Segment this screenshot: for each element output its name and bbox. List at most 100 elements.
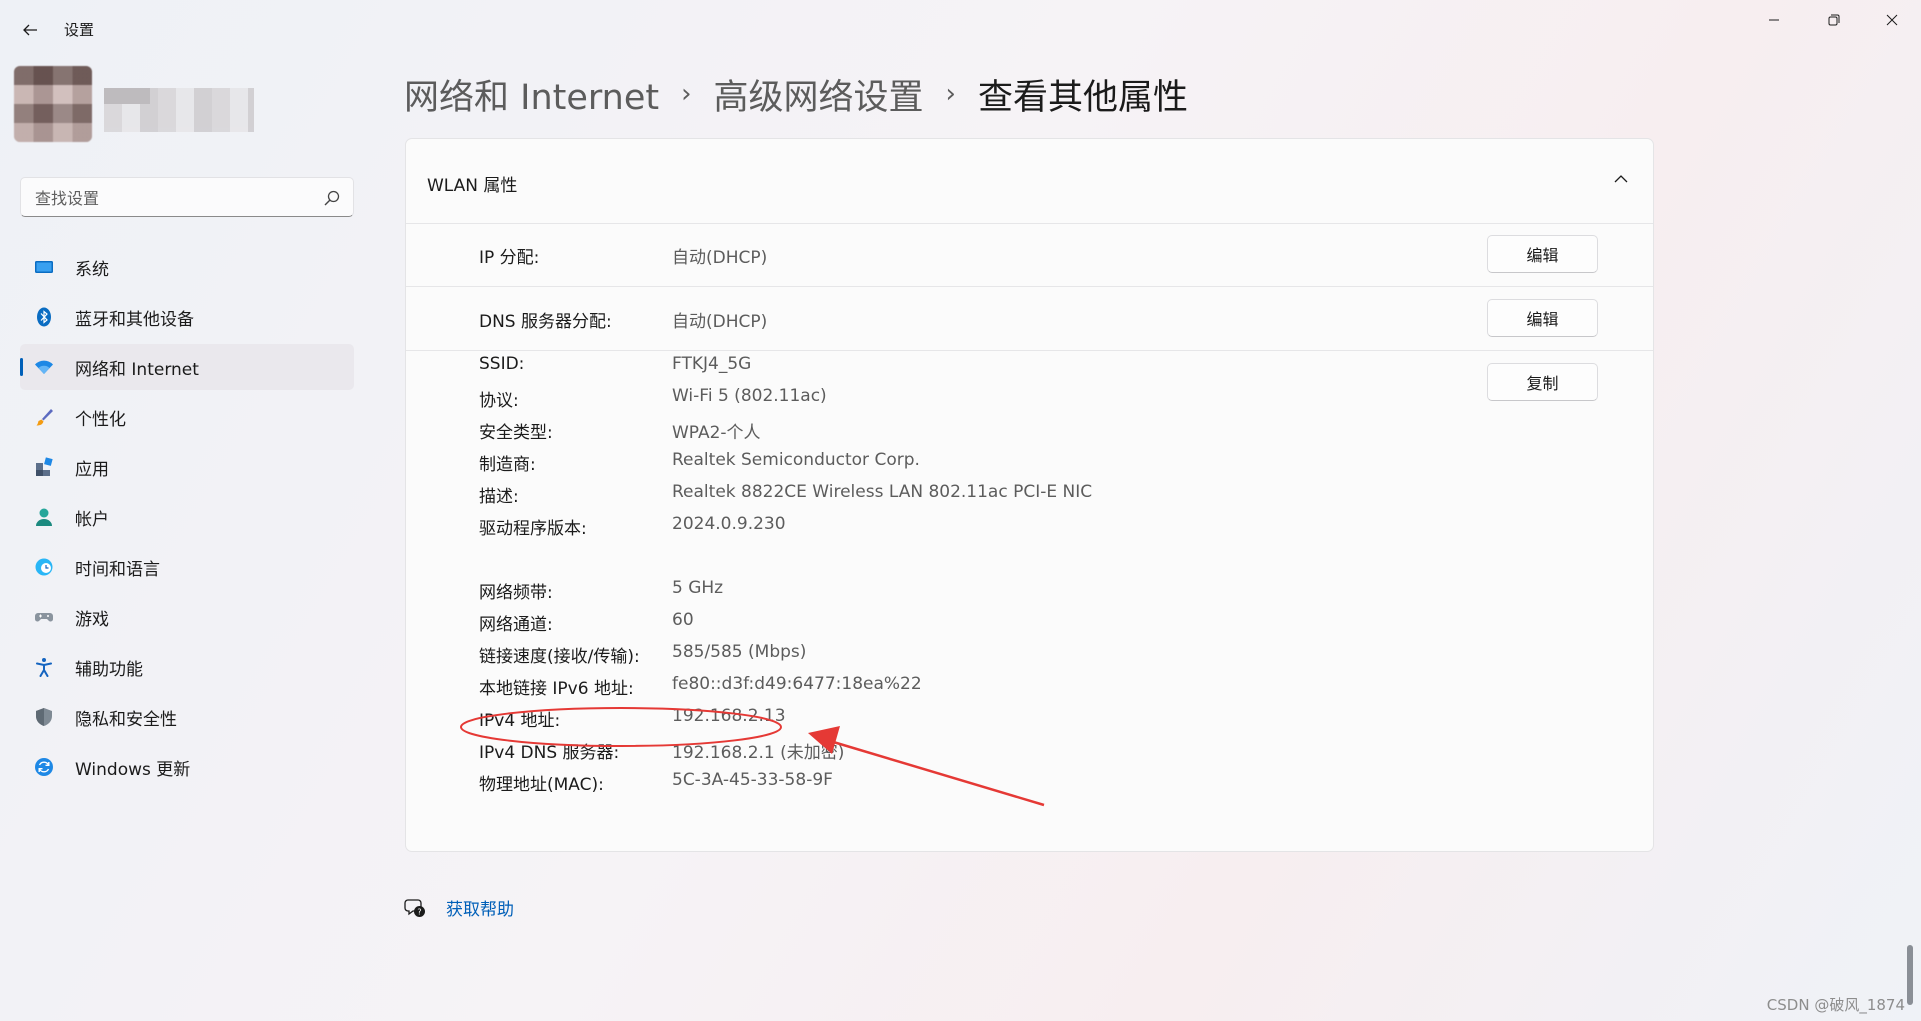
sidebar-item-label: 系统 xyxy=(75,259,109,280)
property-value: 585/585 (Mbps) xyxy=(672,642,807,662)
property-value: 192.168.2.13 xyxy=(672,706,786,726)
sidebar-item-label: 应用 xyxy=(75,459,109,480)
dns-assignment-row: DNS 服务器分配: 自动(DHCP) 编辑 xyxy=(406,287,1653,351)
sidebar-item-label: 隐私和安全性 xyxy=(75,709,177,730)
edit-ip-button[interactable]: 编辑 xyxy=(1487,235,1598,273)
search-icon[interactable] xyxy=(323,189,341,207)
update-icon xyxy=(34,757,54,777)
app-title: 设置 xyxy=(64,21,95,39)
sidebar-item-apps[interactable]: 应用 xyxy=(20,444,354,490)
property-label: 链接速度(接收/传输): xyxy=(479,647,640,667)
sidebar-item-label: 网络和 Internet xyxy=(75,359,199,380)
sidebar-item-label: 游戏 xyxy=(75,609,109,630)
sidebar-item-accessibility[interactable]: 辅助功能 xyxy=(20,644,354,690)
apps-icon xyxy=(34,457,54,477)
property-row: 协议: Wi-Fi 5 (802.11ac) xyxy=(406,381,1653,413)
ip-assignment-value: 自动(DHCP) xyxy=(672,248,768,268)
property-label: 制造商: xyxy=(479,455,536,475)
wlan-properties-card: WLAN 属性 IP 分配: 自动(DHCP) 编辑 DNS 服务器分配: 自动… xyxy=(405,138,1654,852)
restore-button[interactable] xyxy=(1805,0,1863,40)
scrollbar[interactable] xyxy=(1907,945,1913,1005)
wlan-properties-header[interactable]: WLAN 属性 xyxy=(406,139,1653,224)
property-row: 本地链接 IPv6 地址: fe80::d3f:d49:6477:18ea%22 xyxy=(406,669,1653,701)
ip-assignment-label: IP 分配: xyxy=(479,248,540,268)
breadcrumb: 网络和 Internet › 高级网络设置 › 查看其他属性 xyxy=(404,66,1188,122)
property-value: 60 xyxy=(672,610,694,630)
globe-clock-icon xyxy=(34,557,54,577)
get-help-link[interactable]: 获取帮助 xyxy=(446,895,514,920)
chevron-up-icon[interactable] xyxy=(1611,169,1631,189)
back-button[interactable] xyxy=(14,14,46,46)
property-row: 制造商: Realtek Semiconductor Corp. xyxy=(406,445,1653,477)
minimize-button[interactable] xyxy=(1745,0,1803,40)
property-label: 描述: xyxy=(479,487,519,507)
help-chat-icon: ? xyxy=(404,899,425,917)
shield-icon xyxy=(34,707,54,727)
search-box[interactable] xyxy=(20,177,354,217)
property-value: Realtek 8822CE Wireless LAN 802.11ac PCI… xyxy=(672,482,1093,502)
property-label: SSID: xyxy=(479,354,525,374)
property-row: 网络通道: 60 xyxy=(406,605,1653,637)
sidebar-item-network[interactable]: 网络和 Internet xyxy=(20,344,354,390)
property-row: 物理地址(MAC): 5C-3A-45-33-58-9F xyxy=(406,765,1653,797)
user-account-info xyxy=(104,88,254,132)
property-value: Realtek Semiconductor Corp. xyxy=(672,450,920,470)
property-label: 本地链接 IPv6 地址: xyxy=(479,679,634,699)
property-label: 物理地址(MAC): xyxy=(479,775,604,795)
sidebar-item-label: 时间和语言 xyxy=(75,559,160,580)
account-icon xyxy=(34,507,54,527)
get-help[interactable]: ? 获取帮助 xyxy=(404,892,514,922)
page-title: 查看其他属性 xyxy=(977,77,1188,118)
property-value: fe80::d3f:d49:6477:18ea%22 xyxy=(672,674,922,694)
sidebar-item-windows-update[interactable]: Windows 更新 xyxy=(20,744,354,790)
sidebar-item-personalization[interactable]: 个性化 xyxy=(20,394,354,440)
bluetooth-icon xyxy=(34,307,54,327)
sidebar-item-label: 帐户 xyxy=(75,509,109,530)
breadcrumb-advanced-network[interactable]: 高级网络设置 xyxy=(714,69,924,120)
sidebar-item-privacy[interactable]: 隐私和安全性 xyxy=(20,694,354,740)
minimize-icon xyxy=(1769,19,1779,21)
restore-icon xyxy=(1828,14,1840,26)
watermark: CSDN @破风_1874 xyxy=(1766,996,1905,1014)
card-title: WLAN 属性 xyxy=(427,176,518,196)
search-input[interactable] xyxy=(33,186,317,210)
chevron-right-icon: › xyxy=(945,79,956,109)
property-value: FTKJ4_5G xyxy=(672,354,752,374)
system-icon xyxy=(34,257,54,277)
property-value: 192.168.2.1 (未加密) xyxy=(672,743,845,763)
sidebar-item-bluetooth[interactable]: 蓝牙和其他设备 xyxy=(20,294,354,340)
property-row: IPv4 DNS 服务器: 192.168.2.1 (未加密) xyxy=(406,733,1653,765)
sidebar-item-label: 蓝牙和其他设备 xyxy=(75,309,194,330)
chevron-right-icon: › xyxy=(681,79,692,109)
close-button[interactable] xyxy=(1863,0,1921,40)
property-label: 协议: xyxy=(479,391,519,411)
sidebar-item-gaming[interactable]: 游戏 xyxy=(20,594,354,640)
ip-assignment-row: IP 分配: 自动(DHCP) 编辑 xyxy=(406,223,1653,287)
dns-assignment-label: DNS 服务器分配: xyxy=(479,312,612,332)
sidebar-item-accounts[interactable]: 帐户 xyxy=(20,494,354,540)
property-label: 网络通道: xyxy=(479,615,553,635)
breadcrumb-network[interactable]: 网络和 Internet xyxy=(404,69,659,120)
property-row: 安全类型: WPA2-个人 xyxy=(406,413,1653,445)
property-label: IPv4 DNS 服务器: xyxy=(479,743,620,763)
sidebar-item-label: Windows 更新 xyxy=(75,759,191,780)
property-value: 5 GHz xyxy=(672,578,724,598)
sidebar-item-system[interactable]: 系统 xyxy=(20,244,354,290)
gamepad-icon xyxy=(34,607,54,627)
avatar[interactable] xyxy=(14,66,92,142)
property-label: 驱动程序版本: xyxy=(479,519,587,539)
property-value: WPA2-个人 xyxy=(672,423,761,443)
property-row: 网络频带: 5 GHz xyxy=(406,573,1653,605)
brush-icon xyxy=(34,407,54,427)
property-row: 驱动程序版本: 2024.0.9.230 xyxy=(406,509,1653,541)
sidebar-item-label: 辅助功能 xyxy=(75,659,143,680)
dns-assignment-value: 自动(DHCP) xyxy=(672,312,768,332)
accessibility-icon xyxy=(34,657,54,677)
edit-dns-button[interactable]: 编辑 xyxy=(1487,299,1598,337)
property-row-ipv4: IPv4 地址: 192.168.2.13 xyxy=(406,701,1653,733)
property-value: Wi-Fi 5 (802.11ac) xyxy=(672,386,827,406)
property-label: 网络频带: xyxy=(479,583,553,603)
sidebar-item-time-language[interactable]: 时间和语言 xyxy=(20,544,354,590)
property-row: SSID: FTKJ4_5G xyxy=(406,349,1653,381)
sidebar-nav: 系统 蓝牙和其他设备 网络和 Internet 个性化 应用 帐户 时间和语言 … xyxy=(20,244,354,794)
